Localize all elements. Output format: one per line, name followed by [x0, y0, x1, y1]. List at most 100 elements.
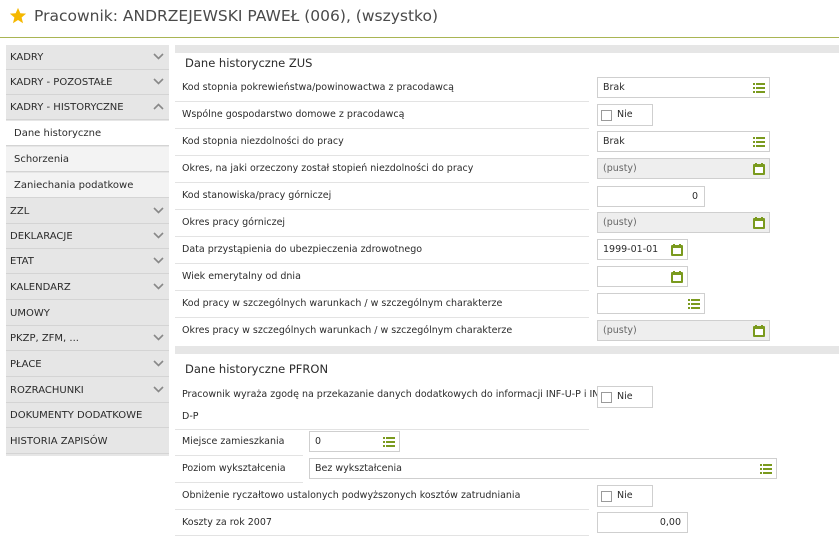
zgoda-inf-checkbox[interactable]: Nie	[597, 386, 653, 408]
sidebar-item-rozrachunki[interactable]: ROZRACHUNKI	[6, 378, 169, 403]
row-label-continued: D-P	[182, 411, 199, 422]
field-value: 1999-01-01	[603, 244, 659, 255]
sidebar-item-place[interactable]: PŁACE	[6, 352, 169, 377]
row-label: Kod stopnia pokrewieństwa/powinowactwa z…	[182, 82, 454, 93]
checkbox-box[interactable]	[601, 110, 612, 121]
field-value: Brak	[603, 136, 625, 147]
sidebar-item-etat[interactable]: ETAT	[6, 249, 169, 274]
list-icon[interactable]	[383, 436, 395, 448]
field-value: Bez wykształcenia	[315, 463, 402, 474]
calendar-icon[interactable]	[753, 325, 765, 337]
section-zus: Dane historyczne ZUS Kod stopnia pokrewi…	[175, 53, 839, 346]
data-przystapienia-input[interactable]: 1999-01-01	[597, 239, 688, 260]
section-divider	[175, 45, 839, 53]
chevron-down-icon	[153, 360, 164, 367]
sidebar-item-label: KADRY - HISTORYCZNE	[10, 102, 124, 113]
sidebar-item-pkzp[interactable]: PKZP, ZFM, ...	[6, 326, 169, 351]
sidebar-item-label: PKZP, ZFM, ...	[10, 333, 79, 344]
sidebar-item-label: DOKUMENTY DODATKOWE	[10, 410, 143, 421]
koszty-2007-input[interactable]: 0,00	[597, 512, 688, 533]
sidebar-item-label: Dane historyczne	[14, 128, 102, 139]
chevron-down-icon	[153, 283, 164, 290]
chevron-down-icon	[153, 78, 164, 85]
row-label: Obniżenie ryczałtowo ustalonych podwyższ…	[182, 490, 521, 501]
row-divider	[175, 209, 589, 210]
sidebar-item-dokumenty-dodatkowe[interactable]: DOKUMENTY DODATKOWE	[6, 403, 169, 428]
chevron-up-icon	[153, 103, 164, 110]
checkbox-label: Nie	[617, 490, 633, 501]
sidebar-item-kadry-pozostale[interactable]: KADRY - POZOSTAŁE	[6, 70, 169, 95]
sidebar-item-umowy[interactable]: UMOWY	[6, 301, 169, 326]
wiek-emerytalny-input[interactable]	[597, 266, 688, 287]
okres-pracy-szczegolnej-field[interactable]: (pusty)	[597, 320, 770, 341]
chevron-down-icon	[153, 257, 164, 264]
sidebar-item-zzl[interactable]: ZZL	[6, 199, 169, 224]
kod-niezdolnosci-select[interactable]: Brak	[597, 131, 770, 152]
sidebar-item-historia-zapisow[interactable]: HISTORIA ZAPISÓW	[6, 429, 169, 454]
page-header: Pracownik: ANDRZEJEWSKI PAWEŁ (006), (ws…	[0, 0, 839, 38]
row-divider	[175, 182, 589, 183]
row-label: Pracownik wyraża zgodę na przekazanie da…	[182, 389, 609, 400]
sidebar-item-kadry-historyczne[interactable]: KADRY - HISTORYCZNE	[6, 95, 169, 120]
sidebar-item-label: KADRY - POZOSTAŁE	[10, 77, 113, 88]
obnizenie-kosztow-checkbox[interactable]: Nie	[597, 485, 653, 507]
poziom-wyksztalcenia-select[interactable]: Bez wykształcenia	[309, 458, 777, 479]
row-label: Poziom wykształcenia	[182, 463, 286, 474]
row-label: Kod pracy w szczególnych warunkach / w s…	[182, 298, 503, 309]
row-label: Kod stopnia niezdolności do pracy	[182, 136, 344, 147]
sidebar-item-label: ZZL	[10, 206, 30, 217]
section-title-zus: Dane historyczne ZUS	[185, 56, 313, 70]
sidebar-item-kadry[interactable]: KADRY	[6, 45, 169, 70]
list-icon[interactable]	[753, 82, 765, 94]
field-value: 0	[691, 191, 698, 202]
checkbox-box[interactable]	[601, 392, 612, 403]
field-value: Brak	[603, 82, 625, 93]
sidebar-item-schorzenia[interactable]: Schorzenia	[6, 147, 169, 172]
row-divider	[175, 263, 589, 264]
sidebar-item-label: DEKLARACJE	[10, 231, 73, 242]
calendar-icon[interactable]	[753, 163, 765, 175]
row-divider	[175, 535, 589, 536]
row-label: Okres, na jaki orzeczony został stopień …	[182, 163, 474, 174]
miejsce-zamieszkania-select[interactable]: 0	[309, 431, 400, 452]
kod-pokrewienstwa-select[interactable]: Brak	[597, 77, 770, 98]
row-label: Okres pracy w szczególnych warunkach / w…	[182, 325, 513, 336]
chevron-down-icon	[153, 207, 164, 214]
sidebar-item-kalendarz[interactable]: KALENDARZ	[6, 275, 169, 300]
row-label: Data przystąpienia do ubezpieczenia zdro…	[182, 244, 423, 255]
field-value: (pusty)	[603, 163, 637, 174]
section-pfron: Dane historyczne PFRON Pracownik wyraża …	[175, 354, 839, 537]
sidebar-item-dane-historyczne[interactable]: Dane historyczne	[6, 121, 169, 146]
list-icon[interactable]	[753, 136, 765, 148]
row-label: Wspólne gospodarstwo domowe z pracodawcą	[182, 109, 405, 120]
list-icon[interactable]	[760, 463, 772, 475]
sidebar-item-label: UMOWY	[10, 308, 50, 319]
list-icon[interactable]	[688, 298, 700, 310]
field-value: (pusty)	[603, 325, 637, 336]
okres-niezdolnosci-field[interactable]: (pusty)	[597, 158, 770, 179]
row-label: Kod stanowiska/pracy górniczej	[182, 190, 332, 201]
sidebar-item-zaniechania-podatkowe[interactable]: Zaniechania podatkowe	[6, 173, 169, 198]
kod-pracy-szczegolnej-select[interactable]	[597, 293, 705, 314]
kod-stanowiska-input[interactable]: 0	[597, 186, 705, 207]
star-icon[interactable]	[9, 7, 27, 25]
sidebar-item-label: HISTORIA ZAPISÓW	[10, 436, 108, 447]
field-value: (pusty)	[603, 217, 637, 228]
calendar-icon[interactable]	[671, 244, 683, 256]
row-label: Okres pracy górniczej	[182, 217, 286, 228]
sidebar-item-label: Schorzenia	[14, 154, 70, 165]
checkbox-box[interactable]	[601, 491, 612, 502]
sidebar-item-deklaracje[interactable]: DEKLARACJE	[6, 224, 169, 249]
calendar-icon[interactable]	[671, 271, 683, 283]
sidebar-item-label: KALENDARZ	[10, 282, 71, 293]
chevron-down-icon	[153, 232, 164, 239]
row-divider	[175, 482, 303, 483]
section-title-pfron: Dane historyczne PFRON	[185, 362, 329, 376]
row-divider	[175, 155, 589, 156]
wspolne-gospodarstwo-checkbox[interactable]: Nie	[597, 104, 653, 126]
okres-pracy-gorniczej-field[interactable]: (pusty)	[597, 212, 770, 233]
sidebar-item-label: PŁACE	[10, 359, 42, 370]
sidebar-item-label: ROZRACHUNKI	[10, 385, 84, 396]
calendar-icon[interactable]	[753, 217, 765, 229]
sidebar-item-label: Zaniechania podatkowe	[14, 180, 134, 191]
